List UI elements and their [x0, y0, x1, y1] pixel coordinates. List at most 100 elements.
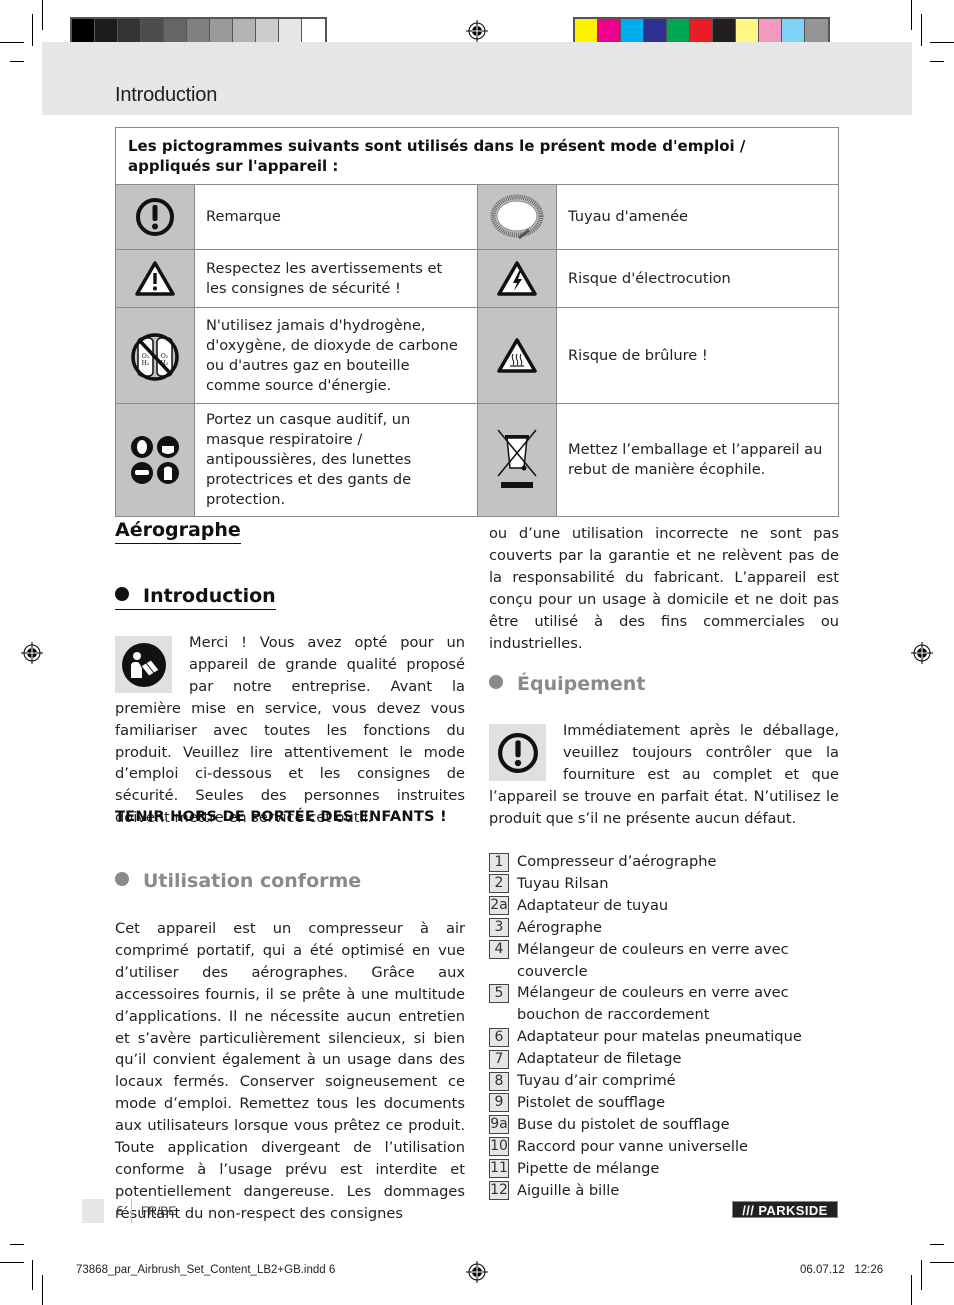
part-item: 2a Adaptateur de tuyau — [489, 895, 849, 917]
float-spacer — [115, 632, 189, 694]
part-label: Adaptateur pour matelas pneumatique — [517, 1028, 802, 1046]
crop-mark — [911, 0, 912, 30]
pictogram-description: Risque d'électrocution — [556, 249, 839, 308]
part-number-badge: 9 — [489, 1093, 509, 1113]
part-number-badge: 4 — [489, 940, 509, 960]
footer-divider — [131, 1199, 132, 1223]
product-title: Aérographe — [115, 519, 241, 544]
crop-mark — [930, 1244, 944, 1245]
part-number-badge: 12 — [489, 1181, 509, 1201]
footer-tab — [82, 1199, 104, 1223]
pictogram-description: Mettez l’emballage et l’appareil au rebu… — [556, 403, 839, 517]
registration-mark-icon — [911, 642, 933, 664]
crossed-bin-icon — [497, 429, 537, 488]
part-label: Pistolet de soufflage — [517, 1093, 666, 1111]
part-label: Adaptateur de filetage — [517, 1050, 682, 1068]
part-number-badge: 5 — [489, 983, 509, 1003]
page-number: 6 — [116, 1204, 124, 1218]
slug-datetime: 06.07.12 12:26 — [800, 1264, 884, 1276]
part-label: Adaptateur de tuyau — [517, 896, 669, 914]
part-number-badge: 9a — [489, 1115, 509, 1135]
part-label: Buse du pistolet de soufflage — [517, 1115, 730, 1133]
pictogram-table: Les pictogrammes suivants sont utilisés … — [115, 127, 839, 517]
pictogram-table-heading: Les pictogrammes suivants sont utilisés … — [115, 127, 839, 185]
part-label: Aérographe — [517, 918, 603, 936]
registration-mark-icon — [21, 642, 43, 664]
crop-mark — [921, 14, 922, 46]
section-heading-text: Équipement — [517, 673, 646, 695]
part-number-badge: 10 — [489, 1137, 509, 1157]
part-item: 5 Mélangeur de couleurs en verre avec bou… — [489, 982, 849, 1026]
part-number-badge: 7 — [489, 1049, 509, 1069]
warning-triangle-icon — [135, 260, 175, 296]
bullet-icon — [489, 675, 503, 689]
crop-mark — [32, 14, 33, 46]
part-label: Compresseur d’aérographe — [517, 853, 717, 870]
intro-paragraph: Merci ! Vous avez opté pour un appareil … — [115, 632, 465, 829]
pictogram-row: O₂ H₂ O₂ H₂ N'utilisez jamais d'hydrogèn… — [115, 307, 839, 404]
part-item: 12 Aiguille à bille — [489, 1180, 849, 1202]
crop-mark — [10, 61, 24, 62]
crop-mark — [32, 1260, 33, 1290]
crop-mark — [921, 1260, 922, 1290]
part-item: 6 Adaptateur pour matelas pneumatique — [489, 1026, 849, 1048]
part-item: 10 Raccord pour vanne universelle — [489, 1136, 849, 1158]
part-item: 8 Tuyau d’air comprimé — [489, 1070, 849, 1092]
pictogram-description: Respectez les avertissements et les cons… — [194, 249, 478, 308]
part-label: Raccord pour vanne universelle — [517, 1137, 748, 1155]
pictogram-row: Remarque Tuyau d'amenée — [115, 184, 839, 250]
part-number-badge: 1 — [489, 852, 509, 872]
part-item: 11 Pipette de mélange — [489, 1158, 849, 1180]
equipment-paragraph: Immédiatement après le déballage, veuill… — [489, 720, 839, 830]
bullet-icon — [115, 872, 129, 886]
coiled-hose-icon — [490, 194, 544, 240]
section-heading-text: Utilisation conforme — [143, 870, 362, 892]
crop-mark — [930, 1262, 954, 1263]
pictogram-row: Respectez les avertissements et les cons… — [115, 249, 839, 308]
part-item: 9a Buse du pistolet de soufflage — [489, 1114, 849, 1136]
svg-text:O₂: O₂ — [161, 353, 169, 360]
crop-mark — [42, 1275, 43, 1305]
part-item: 4 Mélangeur de couleurs en verre avec cou… — [489, 939, 849, 983]
part-number-badge: 2 — [489, 874, 509, 894]
svg-text:O₂: O₂ — [142, 353, 150, 360]
bullet-icon — [115, 587, 129, 601]
registration-mark-icon — [466, 1261, 488, 1283]
part-label: Tuyau d’air comprimé — [517, 1072, 676, 1090]
part-number-badge: 2a — [489, 896, 509, 916]
pictogram-description: N'utilisez jamais d'hydrogène, d'oxygène… — [194, 307, 478, 404]
part-item: 9 Pistolet de soufflage — [489, 1092, 849, 1114]
section-heading-introduction: Introduction — [115, 585, 276, 610]
hot-surface-icon — [497, 337, 537, 373]
slug-filename: 73868_par_Airbrush_Set_Content_LB2+GB.in… — [76, 1264, 336, 1276]
section-heading-intended-use: Utilisation conforme — [115, 870, 361, 892]
crop-mark — [0, 42, 24, 43]
svg-text:H₂: H₂ — [142, 360, 150, 367]
intended-use-paragraph-continued: ou d’une utilisation incorrecte ne sont … — [489, 525, 839, 652]
part-label: Tuyau Rilsan — [517, 874, 609, 892]
part-item: 7 Adaptateur de filetage — [489, 1048, 849, 1070]
language-code: FR/BE — [141, 1204, 177, 1218]
part-number-badge: 11 — [489, 1159, 509, 1179]
pictogram-row: Portez un casque auditif, un masque resp… — [115, 403, 839, 517]
part-number-badge: 6 — [489, 1027, 509, 1047]
pictogram-description: Tuyau d'amenée — [556, 184, 839, 250]
parts-list: 1 Compresseur d’aérographe 2 Tuyau Rilsan 2a… — [489, 851, 849, 1202]
pictogram-description: Remarque — [194, 184, 478, 250]
crop-mark — [930, 61, 944, 62]
pictogram-description: Risque de brûlure ! — [556, 307, 839, 404]
part-item: 2 Tuyau Rilsan — [489, 873, 849, 895]
part-label: Pipette de mélange — [517, 1159, 660, 1177]
part-item: 1 Compresseur d’aérographe — [489, 851, 849, 873]
child-safety-warning: TENIR HORS DE PORTÉE DES ENFANTS ! — [115, 808, 447, 825]
float-spacer — [489, 720, 563, 782]
pictogram-description: Portez un casque auditif, un masque resp… — [194, 403, 478, 517]
no-gas-bottles-icon: O₂ H₂ O₂ H₂ — [131, 332, 179, 381]
part-item: 3 Aérographe — [489, 917, 849, 939]
electric-shock-icon — [497, 260, 537, 296]
crop-mark — [0, 1262, 24, 1263]
registration-mark-icon — [466, 20, 488, 42]
page-title: Introduction — [115, 84, 218, 106]
part-number-badge: 8 — [489, 1071, 509, 1091]
intended-use-paragraph: Cet appareil est un compresseur à air co… — [115, 920, 465, 1222]
